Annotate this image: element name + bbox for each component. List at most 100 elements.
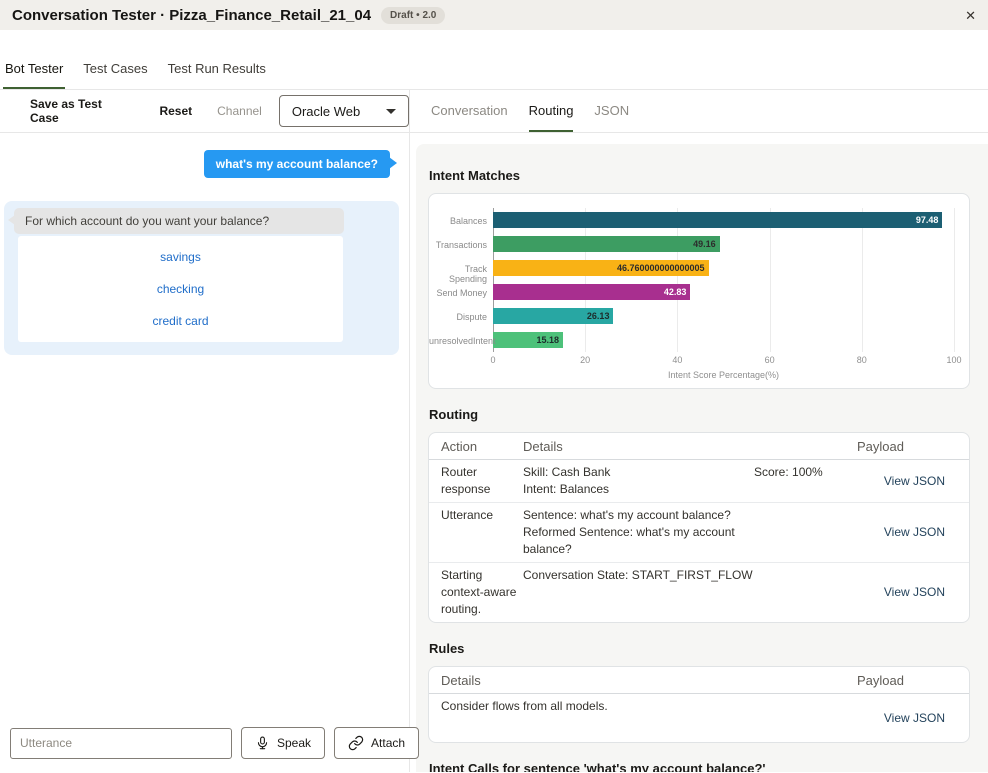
chevron-down-icon (386, 109, 396, 114)
bar-dispute: 26.13 (493, 308, 613, 324)
intent-matches-chart: 97.48 49.16 46.760000000000005 42.83 26.13 15… (429, 194, 969, 388)
bot-tester-panel: Save as Test Case Reset Channel Oracle W… (0, 90, 410, 772)
main-tab-bar: Bot Tester Test Cases Test Run Results (0, 61, 988, 90)
view-json-link[interactable]: View JSON (884, 710, 945, 727)
x-tick-label: 80 (857, 355, 867, 365)
view-json-link[interactable]: View JSON (884, 473, 945, 490)
action-cell: Starting context-aware routing. (429, 567, 523, 618)
close-icon[interactable]: ✕ (965, 9, 976, 22)
reset-button[interactable]: Reset (159, 104, 192, 118)
column-header-details: Details (523, 439, 857, 454)
attach-link-icon (348, 735, 364, 751)
column-header-action: Action (429, 439, 523, 454)
bar-value-label: 46.760000000000005 (617, 263, 709, 273)
table-row: Router response Skill: Cash Bank Intent:… (429, 460, 969, 503)
table-row: Consider flows from all models. View JSO… (429, 694, 969, 742)
view-json-link[interactable]: View JSON (884, 524, 945, 541)
tab-conversation[interactable]: Conversation (431, 90, 508, 132)
action-cell: Router response (429, 464, 523, 498)
score-cell: Score: 100% (754, 464, 857, 498)
detail-line: Skill: Cash Bank (523, 464, 754, 481)
category-label: Dispute (429, 312, 487, 322)
x-axis-title: Intent Score Percentage(%) (493, 370, 954, 380)
table-row: Utterance Sentence: what's my account ba… (429, 503, 969, 563)
intent-matches-chart-card: 97.48 49.16 46.760000000000005 42.83 26.13 15… (428, 193, 970, 389)
utterance-input[interactable] (10, 728, 232, 759)
tab-test-cases[interactable]: Test Cases (81, 61, 149, 89)
bar-transactions: 49.16 (493, 236, 720, 252)
category-label: Send Money (429, 288, 487, 298)
detail-line: Reformed Sentence: what's my account bal… (523, 524, 754, 558)
attach-button[interactable]: Attach (334, 727, 419, 759)
user-message-bubble: what's my account balance? (204, 150, 390, 178)
detail-line: Consider flows from all models. (441, 698, 857, 738)
tester-toolbar: Save as Test Case Reset Channel Oracle W… (0, 90, 409, 133)
option-credit-card[interactable]: credit card (28, 305, 333, 337)
microphone-icon (255, 735, 270, 751)
rules-section-title: Rules (429, 641, 969, 656)
table-row: Starting context-aware routing. Conversa… (429, 563, 969, 622)
bar-value-label: 15.18 (536, 335, 563, 345)
bot-options-list: savings checking credit card (18, 236, 343, 342)
x-tick-label: 40 (672, 355, 682, 365)
y-axis-line (493, 208, 494, 352)
bar-balances: 97.48 (493, 212, 942, 228)
details-cell: Conversation State: START_FIRST_FLOW (523, 567, 857, 618)
user-message-text: what's my account balance? (216, 157, 378, 171)
details-cell: Consider flows from all models. (429, 698, 857, 738)
x-axis-ticks: 020406080100 (493, 355, 954, 368)
tab-bot-tester[interactable]: Bot Tester (3, 61, 65, 89)
bot-prompt-text: For which account do you want your balan… (25, 214, 269, 228)
table-header-row: Action Details Payload (429, 433, 969, 460)
speak-button[interactable]: Speak (241, 727, 325, 759)
bot-message-card: For which account do you want your balan… (4, 201, 399, 355)
category-label: Transactions (429, 240, 487, 250)
bar-send-money: 42.83 (493, 284, 690, 300)
gridline (862, 208, 863, 352)
category-label: unresolvedIntent (429, 336, 487, 346)
routing-panel: Conversation Routing JSON Intent Matches… (410, 90, 988, 772)
details-cell: Sentence: what's my account balance? Ref… (523, 507, 857, 558)
conversation-area: what's my account balance? For which acc… (0, 133, 409, 772)
bar-value-label: 26.13 (587, 311, 614, 321)
channel-label: Channel (217, 104, 262, 118)
detail-line: Sentence: what's my account balance? (523, 507, 754, 524)
action-cell: Utterance (429, 507, 523, 558)
gridline (770, 208, 771, 352)
channel-selected-value: Oracle Web (292, 104, 360, 119)
view-json-link[interactable]: View JSON (884, 584, 945, 601)
speak-button-label: Speak (277, 736, 311, 750)
x-tick-label: 100 (946, 355, 961, 365)
option-checking[interactable]: checking (28, 273, 333, 305)
gridline (585, 208, 586, 352)
table-header-row: Details Payload (429, 667, 969, 694)
detail-line: Intent: Balances (523, 481, 754, 498)
save-as-test-case-button[interactable]: Save as Test Case (30, 97, 122, 125)
routing-detail-body: Intent Matches 97.4849.1646.760000000000… (416, 144, 988, 772)
window-header: Conversation Tester · Pizza_Finance_Reta… (0, 0, 988, 30)
version-badge: Draft • 2.0 (381, 7, 445, 24)
option-savings[interactable]: savings (28, 241, 333, 273)
routing-section-title: Routing (429, 407, 969, 422)
tab-routing[interactable]: Routing (529, 90, 574, 132)
category-label: Balances (429, 216, 487, 226)
bar-value-label: 42.83 (664, 287, 691, 297)
column-header-details: Details (429, 673, 857, 688)
gridline (677, 208, 678, 352)
category-label: Track Spending (429, 264, 487, 284)
channel-select[interactable]: Oracle Web (279, 95, 409, 127)
bot-prompt-bubble: For which account do you want your balan… (14, 208, 344, 234)
panel-tab-bar: Conversation Routing JSON (410, 90, 988, 133)
bubble-tail (8, 215, 15, 225)
x-tick-label: 0 (490, 355, 495, 365)
tab-json[interactable]: JSON (594, 90, 629, 132)
column-header-payload: Payload (857, 673, 969, 688)
routing-table: Action Details Payload Router response S… (428, 432, 970, 623)
x-tick-label: 20 (580, 355, 590, 365)
chart-plot-area: 97.48 49.16 46.760000000000005 42.83 26.13 15… (493, 208, 954, 352)
bar-value-label: 49.16 (693, 239, 720, 249)
gridline (954, 208, 955, 352)
details-cell: Skill: Cash Bank Intent: Balances Score:… (523, 464, 857, 498)
tab-test-run-results[interactable]: Test Run Results (166, 61, 268, 89)
bar-unresolvedintent: 15.18 (493, 332, 563, 348)
